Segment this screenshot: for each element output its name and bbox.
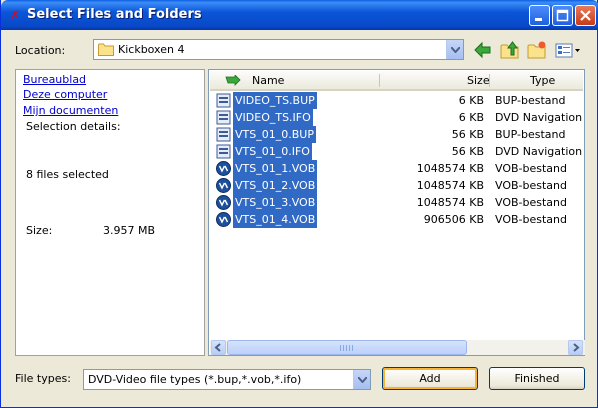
file-row[interactable]: VTS_01_0.BUP 56 KB BUP-bestand — [210, 126, 585, 143]
ifo-file-icon — [216, 110, 231, 125]
file-size: 56 KB — [451, 128, 484, 141]
size-label: Size: — [26, 224, 53, 237]
close-button[interactable] — [575, 5, 596, 26]
column-header-size[interactable]: Size — [467, 71, 490, 90]
file-type: VOB-bestand — [495, 213, 567, 226]
new-folder-icon[interactable] — [527, 40, 547, 60]
folder-icon — [98, 43, 114, 56]
file-types-label: File types: — [15, 372, 71, 385]
file-name: VIDEO_TS.IFO — [233, 109, 313, 126]
sort-arrow-icon — [225, 75, 241, 86]
file-name: VTS_01_2.VOB — [233, 177, 318, 194]
location-dropdown-arrow[interactable] — [446, 40, 463, 59]
file-list[interactable]: Name Size Type VIDEO_TS.BUP 6 KB BUP-besta… — [208, 69, 585, 356]
file-name: VTS_01_0.BUP — [233, 126, 316, 143]
column-divider[interactable] — [379, 74, 380, 87]
file-size: 906506 KB — [423, 213, 484, 226]
location-value: Kickboxen 4 — [118, 43, 185, 56]
minimize-button[interactable] — [529, 5, 550, 26]
file-type: VOB-bestand — [495, 179, 567, 192]
list-header: Name Size Type — [210, 71, 583, 91]
column-header-name[interactable]: Name — [252, 71, 284, 90]
file-name: VIDEO_TS.BUP — [233, 92, 317, 109]
scroll-right-button[interactable] — [568, 340, 583, 355]
link-mijn-documenten[interactable]: Mijn documenten — [23, 104, 118, 117]
file-size: 56 KB — [451, 145, 484, 158]
file-size: 1048574 KB — [416, 162, 484, 175]
file-types-dropdown[interactable]: DVD-Video file types (*.bup,*.vob,*.ifo) — [83, 369, 371, 390]
chevron-left-icon — [214, 343, 221, 352]
file-row[interactable]: VTS_01_4.VOB 906506 KB VOB-bestand — [210, 211, 585, 228]
window-title: Select Files and Folders — [27, 7, 202, 22]
horizontal-scrollbar[interactable] — [210, 340, 585, 355]
vob-file-icon — [216, 212, 231, 227]
close-icon — [576, 6, 595, 25]
chevron-down-icon — [358, 377, 367, 383]
finished-button[interactable]: Finished — [489, 367, 585, 390]
file-row[interactable]: VTS_01_3.VOB 1048574 KB VOB-bestand — [210, 194, 585, 211]
file-type: DVD Navigation Fi — [495, 145, 585, 158]
vob-file-icon — [216, 195, 231, 210]
file-types-value: DVD-Video file types (*.bup,*.vob,*.ifo) — [88, 373, 302, 386]
back-arrow-icon[interactable] — [473, 40, 493, 60]
file-name: VTS_01_0.IFO — [233, 143, 312, 160]
vob-file-icon — [216, 178, 231, 193]
maximize-icon — [553, 6, 572, 25]
add-button[interactable]: Add — [382, 367, 478, 390]
ifo-file-icon — [216, 93, 231, 108]
file-type: BUP-bestand — [495, 128, 566, 141]
link-bureaublad[interactable]: Bureaublad — [23, 73, 86, 86]
chevron-down-icon — [451, 47, 460, 53]
maximize-button[interactable] — [552, 5, 573, 26]
file-size: 6 KB — [458, 111, 484, 124]
column-header-type[interactable]: Type — [530, 71, 555, 90]
chevron-right-icon — [573, 343, 580, 352]
file-size: 1048574 KB — [416, 196, 484, 209]
file-type: VOB-bestand — [495, 196, 567, 209]
ifo-file-icon — [216, 144, 231, 159]
places-pane: Bureaublad Deze computer Mijn documenten… — [15, 69, 205, 356]
up-folder-icon[interactable] — [500, 40, 520, 60]
file-row[interactable]: VTS_01_1.VOB 1048574 KB VOB-bestand — [210, 160, 585, 177]
view-menu-icon[interactable] — [554, 40, 582, 60]
file-type: BUP-bestand — [495, 94, 566, 107]
file-name: VTS_01_4.VOB — [233, 211, 318, 228]
file-name: VTS_01_3.VOB — [233, 194, 318, 211]
link-deze-computer[interactable]: Deze computer — [23, 88, 107, 101]
scroll-left-button[interactable] — [211, 340, 226, 355]
selection-details-label: Selection details: — [26, 120, 121, 133]
size-value: 3.957 MB — [103, 224, 156, 237]
file-size: 1048574 KB — [416, 179, 484, 192]
ifo-file-icon — [216, 127, 231, 142]
file-row[interactable]: VTS_01_0.IFO 56 KB DVD Navigation Fi — [210, 143, 585, 160]
column-divider[interactable] — [489, 74, 490, 87]
file-row[interactable]: VIDEO_TS.IFO 6 KB DVD Navigation Fi — [210, 109, 585, 126]
title-bar[interactable]: ✗ Select Files and Folders — [1, 0, 598, 30]
file-type: VOB-bestand — [495, 162, 567, 175]
file-types-dropdown-arrow[interactable] — [353, 370, 370, 389]
file-type: DVD Navigation Fi — [495, 111, 585, 124]
location-dropdown[interactable]: Kickboxen 4 — [93, 39, 464, 60]
minimize-icon — [530, 6, 549, 25]
app-icon: ✗ — [9, 8, 21, 22]
file-size: 6 KB — [458, 94, 484, 107]
location-label: Location: — [15, 44, 66, 57]
file-row[interactable]: VTS_01_2.VOB 1048574 KB VOB-bestand — [210, 177, 585, 194]
files-selected-count: 8 files selected — [26, 168, 109, 181]
file-row[interactable]: VIDEO_TS.BUP 6 KB BUP-bestand — [210, 92, 585, 109]
select-files-dialog: ✗ Select Files and Folders Location: Kic… — [0, 0, 598, 408]
file-name: VTS_01_1.VOB — [233, 160, 318, 177]
vob-file-icon — [216, 161, 231, 176]
scrollbar-thumb[interactable] — [227, 340, 467, 355]
